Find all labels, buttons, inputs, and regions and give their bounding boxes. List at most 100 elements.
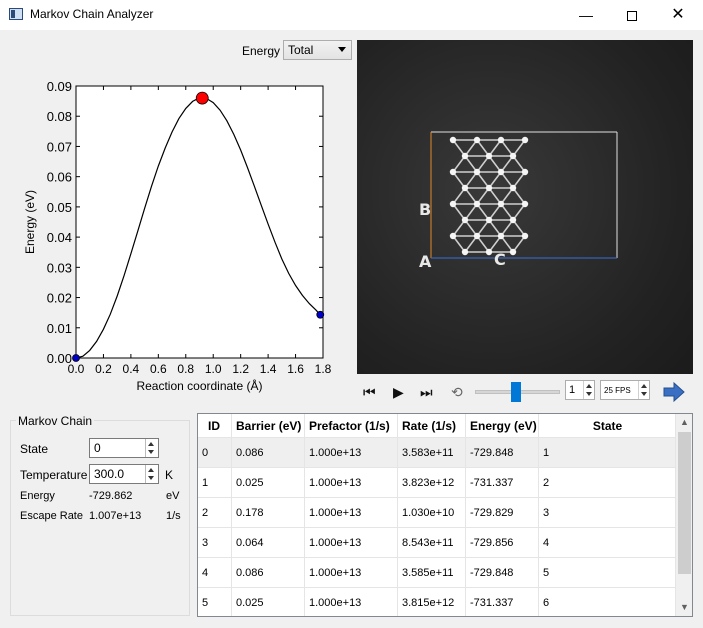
energy-select[interactable]: Total [283,40,352,60]
loop-icon[interactable]: ⟲ [451,384,463,401]
play-icon[interactable]: ▶ [393,384,404,401]
table-cell: 8.543e+11 [398,528,466,558]
table-cell: 0.086 [232,558,305,588]
y-tick-label: 0.04 [47,230,72,245]
table-row[interactable]: 3 0.064 1.000e+13 8.543e+11 -729.856 4 [198,528,677,558]
plot-frame [75,85,324,359]
state-value: 0 [94,441,101,455]
minimize-button[interactable]: — [563,0,609,30]
y-tick-label: 0.05 [47,200,72,215]
table-cell: 1.000e+13 [305,558,398,588]
table-header: ID Barrier (eV) Prefactor (1/s) Rate (1/s) E… [198,414,677,438]
spinner-arrows-icon[interactable] [145,465,158,483]
x-tick-label: 0.6 [150,362,167,376]
x-tick-label: 0.8 [177,362,194,376]
atom [473,168,481,176]
column-header[interactable]: ID [198,414,232,438]
atom [497,232,505,240]
atom [497,136,505,144]
atom [485,216,493,224]
table-cell: 6 [539,588,677,616]
table-row[interactable]: 2 0.178 1.000e+13 1.030e+10 -729.829 3 [198,498,677,528]
table-cell: 5 [198,588,232,616]
atom [509,216,517,224]
atom [509,248,517,256]
atom [473,232,481,240]
atom [485,152,493,160]
vertical-scrollbar[interactable]: ▲ ▼ [675,414,692,616]
table-cell: 3.585e+11 [398,558,466,588]
spinner-arrows-icon[interactable] [583,381,594,399]
table-cell: -731.337 [466,588,539,616]
y-tick-label: 0.08 [47,109,72,124]
transitions-table[interactable]: ID Barrier (eV) Prefactor (1/s) Rate (1/s) E… [197,413,693,617]
table-cell: -729.856 [466,528,539,558]
y-tick-label: 0.03 [47,260,72,275]
column-header[interactable]: Barrier (eV) [232,414,305,438]
app-icon [9,8,23,20]
table-cell: 0.178 [232,498,305,528]
atom [449,136,457,144]
playback-controls: ⏮ ▶ ⏭ ⟲ 1 25 FPS [357,380,693,406]
x-tick-label: 1.2 [232,362,249,376]
table-cell: 3.583e+11 [398,438,466,468]
table-row[interactable]: 4 0.086 1.000e+13 3.585e+11 -729.848 5 [198,558,677,588]
energy-select-value: Total [288,43,314,57]
fps-spinner[interactable]: 25 FPS [600,380,650,400]
table-cell: 0.086 [232,438,305,468]
table-row[interactable]: 5 0.025 1.000e+13 3.815e+12 -731.337 6 [198,588,677,616]
energy-label: Energy [20,490,55,502]
y-tick-label: 0.06 [47,170,72,185]
table-cell: 1.030e+10 [398,498,466,528]
spinner-arrows-icon[interactable] [145,439,158,457]
table-cell: 3.823e+12 [398,468,466,498]
table-cell: -729.829 [466,498,539,528]
x-tick-label: 1.8 [315,362,332,376]
markov-chain-title: Markov Chain [16,414,95,428]
skip-forward-icon[interactable]: ⏭ [420,384,433,401]
temperature-label: Temperature [20,468,88,482]
atom [461,152,469,160]
structure-viewer[interactable]: B A C [357,40,693,374]
column-header[interactable]: Rate (1/s) [398,414,466,438]
y-axis-label: Energy (eV) [23,190,37,254]
skip-back-icon[interactable]: ⏮ [363,384,376,401]
window-title: Markov Chain Analyzer [30,7,154,21]
table-cell: 2 [539,468,677,498]
x-tick-label: 1.4 [260,362,277,376]
column-header[interactable]: Prefactor (1/s) [305,414,398,438]
temperature-input[interactable]: 300.0 [89,464,159,484]
scrollbar-thumb[interactable] [678,432,691,574]
maximize-icon [627,11,637,22]
table-row[interactable]: 0 0.086 1.000e+13 3.583e+11 -729.848 1 [198,438,677,468]
state-input[interactable]: 0 [89,438,159,458]
atom [449,232,457,240]
atom [497,200,505,208]
column-header[interactable]: Energy (eV) [466,414,539,438]
app-window: Markov Chain Analyzer — ✕ Energy Total 0… [0,0,703,628]
column-header[interactable]: State [539,414,677,438]
table-cell: 1.000e+13 [305,498,398,528]
table-cell: 1.000e+13 [305,438,398,468]
frame-spinner[interactable]: 1 [565,380,595,400]
table-cell: -731.337 [466,468,539,498]
y-tick-label: 0.02 [47,291,72,306]
data-point [195,91,209,105]
spinner-arrows-icon[interactable] [638,381,649,399]
table-cell: 3 [198,528,232,558]
maximize-button[interactable] [609,0,655,30]
frame-slider-handle[interactable] [510,382,521,402]
close-button[interactable]: ✕ [655,0,701,30]
data-point [316,310,325,319]
x-axis-label: Reaction coordinate (Å) [136,378,262,393]
scroll-up-icon[interactable]: ▲ [680,417,689,427]
table-row[interactable]: 1 0.025 1.000e+13 3.823e+12 -731.337 2 [198,468,677,498]
scroll-down-icon[interactable]: ▼ [680,602,689,612]
atom [473,136,481,144]
arrow-right-icon[interactable] [662,381,686,403]
fps-value: 25 FPS [604,386,631,395]
x-tick-label: 0.2 [95,362,112,376]
atom [509,184,517,192]
atom [485,184,493,192]
table-cell: 0.025 [232,468,305,498]
